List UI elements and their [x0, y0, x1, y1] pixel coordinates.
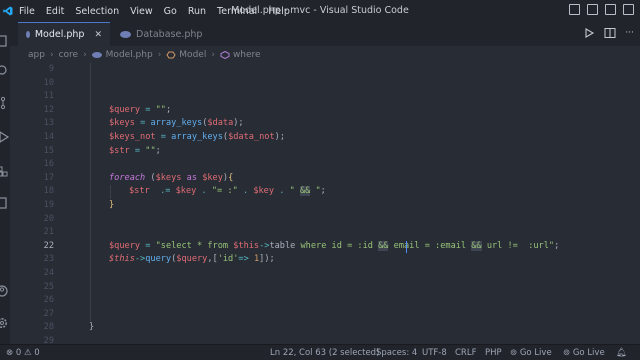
menu-selection[interactable]: Selection [75, 6, 119, 17]
run-file-icon[interactable] [583, 27, 595, 39]
tab-label: Model.php [34, 29, 85, 40]
tab-database-php[interactable]: Database.php [112, 22, 212, 46]
code-line: 29 [43, 336, 54, 344]
menu-help[interactable]: Help [268, 6, 290, 17]
code-editor[interactable]: 9 10 11 12 $query = ""; 13 $keys = array… [10, 63, 640, 344]
code-line: 24 [43, 268, 54, 278]
code-text: $keys_not = array_keys($data_not); [109, 132, 286, 142]
code-text: $str = ""; [109, 145, 161, 156]
text-cursor [406, 240, 408, 253]
activity-bar [0, 22, 10, 344]
cursor-position[interactable]: Ln 22, Col 63 (2 selected) [270, 348, 379, 358]
code-line: 18 $str .= $key . "= :" . $key . " && "; [10, 185, 640, 199]
tab-label: Database.php [136, 28, 203, 40]
editor-tab-bar: Model.php ✕ Database.php ··· [10, 22, 640, 46]
vscode-logo-icon [3, 6, 13, 16]
chevron-right-icon: › [211, 49, 215, 60]
breadcrumb: app › core › Model.php › Model › where [10, 46, 640, 63]
split-editor-icon[interactable] [604, 27, 616, 39]
encoding[interactable]: UTF-8 [422, 348, 447, 358]
code-line: 20 [43, 213, 54, 224]
chevron-right-icon: › [83, 49, 87, 60]
code-line: 19 } [10, 199, 640, 213]
problems-indicator[interactable]: ⊗ 0 ⚠ 0 [6, 348, 40, 358]
search-icon[interactable] [0, 64, 10, 78]
chevron-right-icon: › [49, 49, 54, 60]
status-bar: ⊗ 0 ⚠ 0 Ln 22, Col 63 (2 selected) Space… [0, 344, 640, 360]
toggle-sidebar-icon[interactable] [569, 4, 580, 15]
code-line: 17 foreach ($keys as $key){ [10, 172, 640, 186]
code-text: foreach ($keys as $key){ [109, 172, 234, 183]
notifications-icon[interactable]: 🔔︎ [616, 348, 627, 358]
class-icon [166, 51, 176, 58]
code-line: 22 $query = "select * from $this->table … [10, 240, 640, 254]
menu-terminal[interactable]: Terminal [217, 6, 257, 17]
breadcrumb-item-class[interactable]: Model [179, 50, 206, 60]
php-file-icon [91, 51, 102, 58]
accounts-icon[interactable] [0, 284, 10, 298]
code-line: 15 $str = ""; [10, 145, 640, 159]
menu-file[interactable]: File [19, 6, 35, 17]
code-line: 28 } [10, 321, 640, 335]
toggle-panel-icon[interactable] [587, 4, 598, 15]
code-line: 9 [48, 64, 54, 74]
manage-gear-icon[interactable] [0, 316, 10, 330]
code-text: $keys = array_keys($data); [109, 118, 244, 129]
breadcrumb-item-core[interactable]: core [59, 50, 79, 60]
indentation[interactable]: Spaces: 4 [376, 348, 417, 358]
menu-edit[interactable]: Edit [46, 6, 64, 17]
code-line: 12 $query = ""; [10, 104, 640, 118]
code-line: 16 [43, 159, 54, 170]
go-live-button[interactable]: ⊚ Go Live [563, 348, 605, 358]
code-text: $str .= $key . "= :" . $key . " && "; [129, 186, 326, 197]
code-line: 14 $keys_not = array_keys($data_not); [10, 131, 640, 145]
breadcrumb-item-method[interactable]: where [233, 50, 261, 60]
remote-explorer-icon[interactable] [0, 196, 10, 210]
layout-controls [569, 4, 634, 15]
language-mode[interactable]: PHP [485, 348, 502, 358]
chevron-right-icon: › [157, 49, 162, 60]
method-icon [220, 50, 230, 59]
code-text: $query = ""; [109, 104, 172, 115]
broadcast-icon: ⊚ [563, 348, 571, 358]
code-line: 21 [43, 227, 54, 238]
breadcrumb-item-app[interactable]: app [28, 50, 45, 60]
menu-run[interactable]: Run [188, 6, 206, 17]
code-text: $query = "select * from $this->table whe… [109, 240, 560, 251]
source-control-icon[interactable] [0, 96, 10, 110]
go-live-button[interactable]: ⊚ Go Live [510, 348, 552, 358]
code-line: 13 $keys = array_keys($data); [10, 117, 640, 131]
title-bar: File Edit Selection View Go Run Terminal… [0, 0, 640, 22]
code-line: 27 [43, 308, 54, 319]
error-icon: ⊗ [6, 348, 14, 358]
explorer-icon[interactable] [0, 34, 10, 48]
php-file-icon [26, 31, 30, 38]
code-text: } [109, 200, 115, 210]
menu-view[interactable]: View [130, 6, 153, 17]
php-file-icon [120, 30, 131, 38]
breadcrumb-item-file[interactable]: Model.php [106, 50, 153, 60]
warning-icon: ⚠ [23, 348, 32, 358]
customize-layout-icon[interactable] [623, 4, 634, 15]
broadcast-icon: ⊚ [510, 348, 518, 358]
tab-model-php[interactable]: Model.php ✕ [18, 22, 110, 46]
code-line: 25 [43, 281, 54, 292]
extensions-icon[interactable] [0, 164, 10, 178]
code-text: $this->query($query,['id'=> 1]); [109, 254, 275, 265]
editor-actions: ··· [583, 27, 634, 39]
end-of-line[interactable]: CRLF [455, 348, 476, 358]
code-line: 11 [43, 91, 54, 102]
menu-go[interactable]: Go [164, 6, 177, 17]
close-icon[interactable]: ✕ [94, 30, 102, 40]
more-actions-icon[interactable]: ··· [625, 28, 634, 38]
code-text: } [89, 322, 95, 333]
toggle-secondary-sidebar-icon[interactable] [605, 4, 616, 15]
code-line: 26 [43, 295, 54, 306]
code-line: 23 $this->query($query,['id'=> 1]); [10, 253, 640, 267]
code-line: 10 [43, 77, 54, 88]
run-debug-icon[interactable] [0, 130, 10, 144]
